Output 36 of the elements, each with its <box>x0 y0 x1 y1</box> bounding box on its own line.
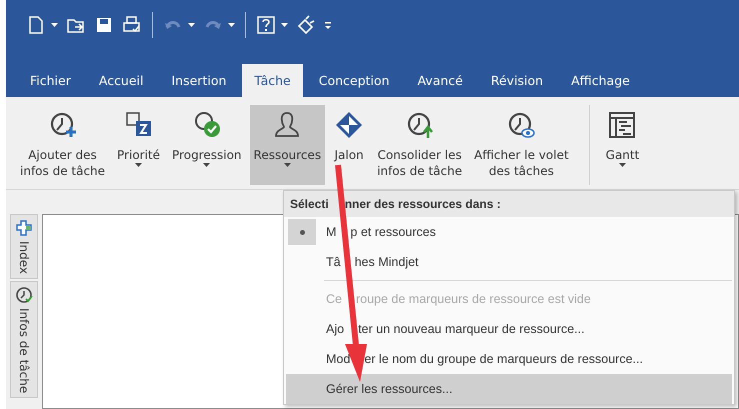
print-icon[interactable] <box>122 15 142 35</box>
caret-icon[interactable] <box>51 22 58 28</box>
customize-icon[interactable] <box>324 19 332 31</box>
ribbon-tab[interactable]: Tâche <box>242 64 303 97</box>
ribbon-tab[interactable]: Avancé <box>405 64 475 97</box>
ribbon-tab[interactable]: Révision <box>478 64 556 97</box>
brush-icon[interactable] <box>296 15 316 35</box>
side-tab[interactable]: Infos de tâche <box>10 281 38 398</box>
ribbon-button[interactable]: Jalon <box>329 105 370 185</box>
ribbon-tab[interactable]: Fichier <box>18 64 83 97</box>
help-icon[interactable] <box>256 15 276 35</box>
ribbon-button[interactable]: Priorité <box>113 105 164 185</box>
clock-icon <box>15 286 33 304</box>
menu-item[interactable]: M p et ressources <box>286 217 732 247</box>
ribbon-tab[interactable]: Conception <box>306 64 402 97</box>
side-tab[interactable]: Index <box>10 214 38 280</box>
caret-icon[interactable] <box>281 22 288 28</box>
menu-item[interactable]: Ajo ter un nouveau marqueur de ressource... <box>286 314 732 344</box>
caret-icon[interactable] <box>228 22 235 28</box>
ribbon-tab[interactable]: Affichage <box>559 64 642 97</box>
ribbon-button[interactable]: Ressources <box>250 105 326 185</box>
ribbon-tab[interactable]: Insertion <box>160 64 238 97</box>
menu-item[interactable]: Tâ hes Mindjet <box>286 247 732 277</box>
ribbon-button[interactable]: Afficher le volet des tâches <box>470 105 573 185</box>
ribbon-button[interactable]: Progression <box>168 105 246 185</box>
menu-item[interactable]: Mod er le nom du groupe de marqueurs de ressource... <box>286 344 732 374</box>
ribbon-button[interactable]: Ajouter des infos de tâche <box>16 105 110 185</box>
ribbon-tab[interactable]: Accueil <box>86 64 156 97</box>
save-icon[interactable] <box>94 15 114 35</box>
ribbon-button[interactable]: Gantt <box>602 105 644 185</box>
menu-header: Sélecti nner des ressources dans : <box>284 191 734 217</box>
radio-marker[interactable] <box>288 219 316 245</box>
caret-icon[interactable] <box>188 22 195 28</box>
ribbon-button[interactable]: Consolider les infos de tâche <box>373 105 466 185</box>
menu-item[interactable]: Gérer les ressources... <box>286 374 732 404</box>
index-icon <box>15 219 33 237</box>
